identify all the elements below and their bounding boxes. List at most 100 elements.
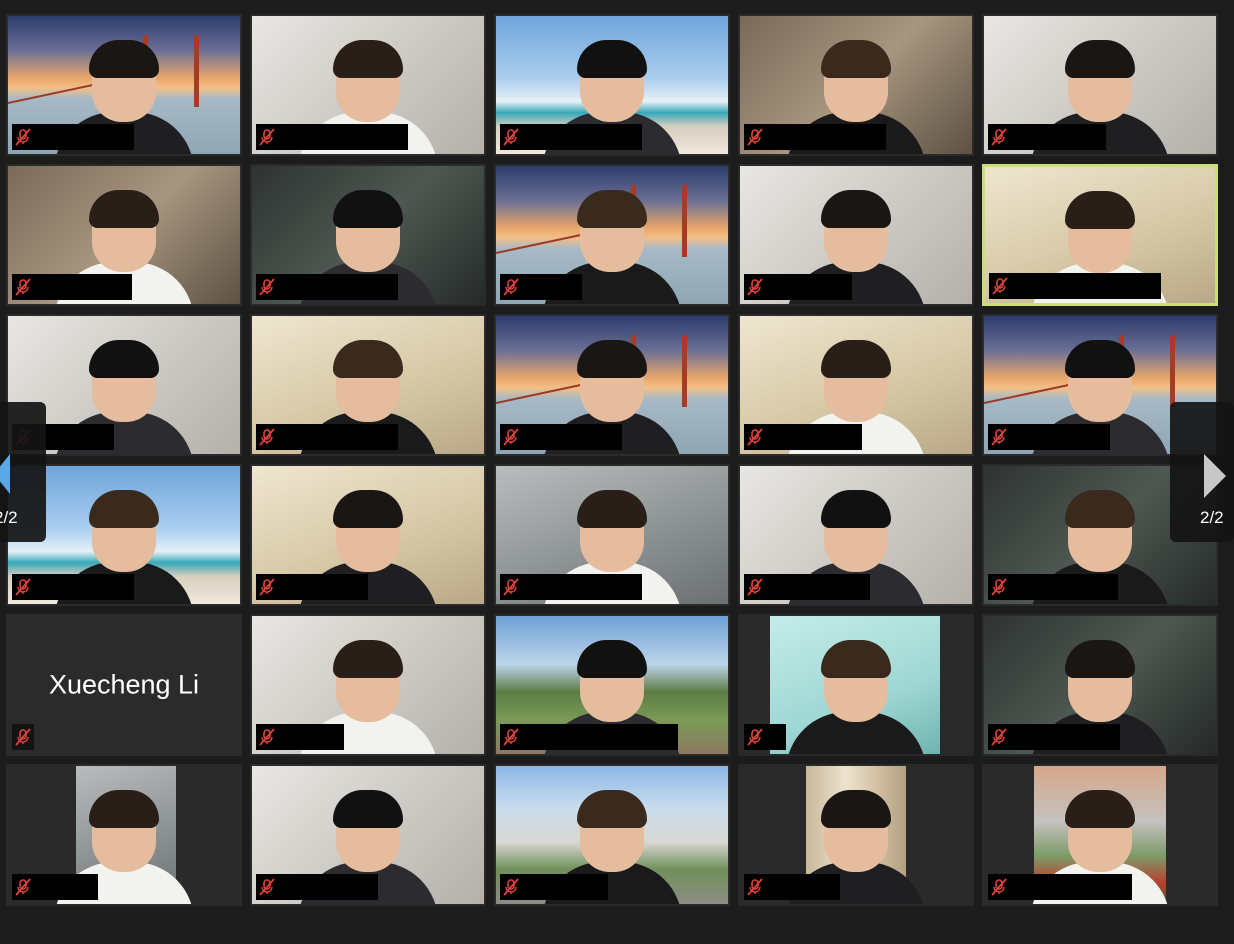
participant-name-bar <box>988 574 1118 600</box>
chevron-left-icon <box>0 454 12 499</box>
video-tile[interactable] <box>494 464 730 606</box>
microphone-muted-icon <box>744 574 766 600</box>
participant-name-redacted <box>766 724 786 750</box>
video-tile[interactable] <box>250 164 486 306</box>
video-tile[interactable] <box>982 14 1218 156</box>
participant-name-redacted <box>34 874 98 900</box>
video-tile[interactable] <box>250 764 486 906</box>
participant-name-bar <box>256 574 368 600</box>
participant-name-redacted <box>522 874 608 900</box>
video-tile[interactable] <box>738 14 974 156</box>
microphone-muted-icon <box>744 724 766 750</box>
microphone-muted-icon <box>256 874 278 900</box>
participant-name-bar <box>988 724 1120 750</box>
participant-name-redacted <box>1011 273 1161 299</box>
participant-name-bar <box>256 874 378 900</box>
video-tile[interactable] <box>494 164 730 306</box>
participant-name-redacted <box>766 574 870 600</box>
participant-name-redacted <box>766 274 852 300</box>
video-tile[interactable] <box>738 464 974 606</box>
microphone-muted-icon <box>988 124 1010 150</box>
participant-name-redacted <box>1010 874 1132 900</box>
microphone-muted-icon <box>12 874 34 900</box>
video-tile[interactable]: Xuecheng Li <box>6 614 242 756</box>
video-tile[interactable] <box>494 314 730 456</box>
microphone-muted-icon <box>744 424 766 450</box>
microphone-muted-icon <box>500 574 522 600</box>
participant-name-redacted <box>522 274 582 300</box>
video-tile[interactable] <box>738 614 974 756</box>
participant-name-redacted <box>522 424 622 450</box>
participant-name-bar <box>988 124 1106 150</box>
previous-page-button[interactable]: 2/2 <box>0 402 46 542</box>
video-tile[interactable] <box>494 614 730 756</box>
microphone-muted-icon <box>500 874 522 900</box>
video-grid: Xuecheng Li <box>0 14 1234 906</box>
chevron-right-icon <box>1204 454 1226 503</box>
next-page-button[interactable]: 2/2 <box>1170 402 1234 542</box>
participant-name-redacted <box>34 424 114 450</box>
video-tile[interactable] <box>738 314 974 456</box>
participant-name-bar <box>500 124 642 150</box>
participant-name-bar <box>256 124 408 150</box>
video-tile[interactable] <box>982 614 1218 756</box>
participant-name-redacted <box>522 124 642 150</box>
participant-name-bar <box>256 724 344 750</box>
participant-name-bar <box>256 424 398 450</box>
participant-name-redacted <box>34 574 134 600</box>
video-tile[interactable] <box>494 764 730 906</box>
participant-name-redacted <box>1010 724 1120 750</box>
video-tile[interactable] <box>738 764 974 906</box>
microphone-muted-icon <box>744 874 766 900</box>
participant-name-redacted <box>766 874 840 900</box>
microphone-muted-icon <box>500 124 522 150</box>
video-tile[interactable] <box>6 164 242 306</box>
microphone-muted-icon <box>256 724 278 750</box>
video-tile[interactable] <box>6 14 242 156</box>
participant-name-redacted <box>522 574 642 600</box>
microphone-muted-icon <box>256 274 278 300</box>
video-tile[interactable] <box>494 14 730 156</box>
participant-name-bar <box>12 574 134 600</box>
microphone-muted-icon <box>988 574 1010 600</box>
participant-name-bar <box>744 274 852 300</box>
video-tile-active-speaker[interactable] <box>982 164 1218 306</box>
microphone-muted-icon <box>12 124 34 150</box>
video-tile[interactable] <box>250 314 486 456</box>
microphone-muted-icon <box>256 574 278 600</box>
participant-name-redacted <box>34 274 132 300</box>
participant-name-bar <box>500 424 622 450</box>
participant-name: Xuecheng Li <box>48 669 200 700</box>
video-tile[interactable] <box>738 164 974 306</box>
participant-video <box>781 616 931 754</box>
participant-name-redacted <box>766 124 886 150</box>
microphone-muted-icon <box>500 424 522 450</box>
participant-name-bar <box>744 124 886 150</box>
participant-name-bar <box>12 274 132 300</box>
participant-name-bar <box>500 274 582 300</box>
video-tile[interactable] <box>6 764 242 906</box>
video-tile[interactable] <box>982 764 1218 906</box>
participant-name-bar <box>12 724 34 750</box>
previous-page-indicator: 2/2 <box>0 508 18 527</box>
participant-name-bar <box>500 724 678 750</box>
microphone-muted-icon <box>988 424 1010 450</box>
next-page-indicator: 2/2 <box>1200 508 1224 527</box>
participant-name-bar <box>744 874 840 900</box>
video-tile[interactable] <box>250 14 486 156</box>
participant-name-bar <box>744 424 862 450</box>
participant-name-bar <box>12 124 134 150</box>
participant-name-redacted <box>278 724 344 750</box>
participant-name-redacted <box>278 874 378 900</box>
video-tile[interactable] <box>250 614 486 756</box>
participant-name-bar <box>988 424 1110 450</box>
participant-name-bar <box>256 274 398 300</box>
participant-name-bar <box>744 574 870 600</box>
participant-name-bar <box>500 574 642 600</box>
participant-name-bar <box>500 874 608 900</box>
participant-name-bar <box>989 273 1161 299</box>
microphone-muted-icon <box>500 274 522 300</box>
microphone-muted-icon <box>256 124 278 150</box>
video-tile[interactable] <box>250 464 486 606</box>
microphone-muted-icon <box>744 124 766 150</box>
